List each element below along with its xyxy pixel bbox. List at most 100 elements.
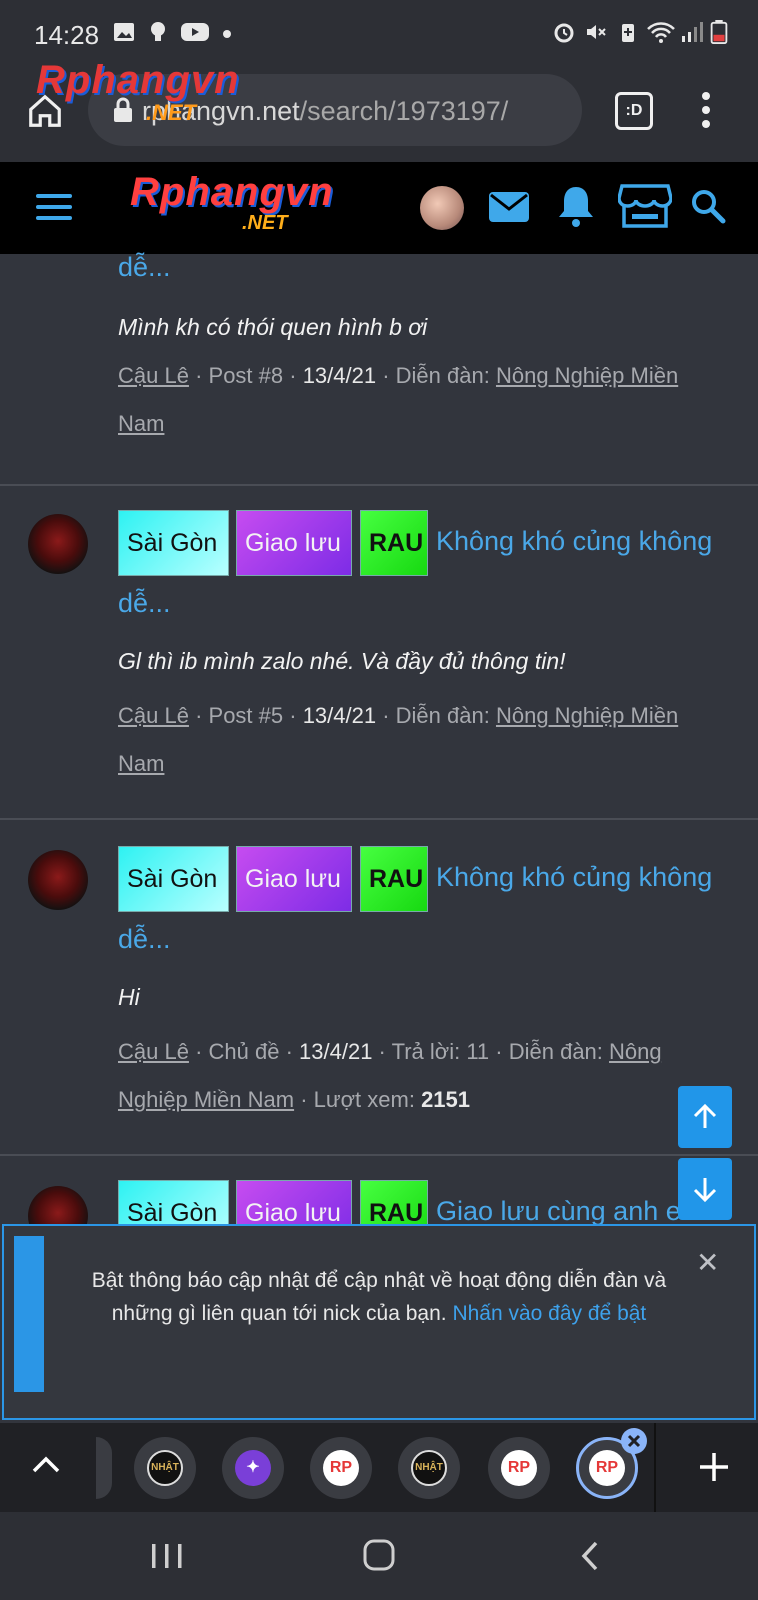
forum-link-cont[interactable]: Nghiệp Miền Nam: [118, 1087, 294, 1112]
tab-partial[interactable]: [96, 1437, 112, 1499]
author-avatar[interactable]: [28, 1186, 88, 1224]
tag-giaoluu[interactable]: Giao lưu: [236, 846, 352, 912]
battery-icon: [710, 20, 728, 44]
tab-item[interactable]: RP: [488, 1437, 550, 1499]
forum-link-cont[interactable]: Nam: [118, 411, 164, 436]
mail-icon[interactable]: [488, 190, 530, 224]
reply-count: Trả lời: 11: [391, 1039, 490, 1064]
view-count: 2151: [421, 1087, 471, 1112]
forum-link-cont[interactable]: Nam: [118, 751, 164, 776]
mute-icon: [587, 25, 606, 39]
result-title-cont[interactable]: dễ...: [118, 924, 171, 955]
tag-saigon[interactable]: Sài Gòn: [118, 1180, 229, 1224]
recent-apps-icon[interactable]: [150, 1542, 184, 1570]
chevron-up-icon[interactable]: [30, 1453, 62, 1477]
tab-favicon: RP: [323, 1450, 359, 1486]
home-button-icon[interactable]: [362, 1538, 396, 1572]
tab-switcher-button[interactable]: :D: [615, 92, 653, 130]
tab-item[interactable]: ✦: [222, 1437, 284, 1499]
forum-link[interactable]: Nông Nghiệp Miền: [496, 363, 678, 388]
tab-favicon: ✦: [235, 1450, 271, 1486]
tab-favicon: NHẬT: [147, 1450, 183, 1486]
result-title[interactable]: Không khó củng không: [436, 526, 712, 557]
forum-prefix: Diễn đàn:: [395, 363, 490, 388]
result-kind: Chủ đề: [208, 1039, 280, 1064]
close-tab-icon[interactable]: [620, 1427, 648, 1455]
user-avatar[interactable]: [420, 186, 464, 230]
tab-favicon: RP: [501, 1450, 537, 1486]
tag-saigon[interactable]: Sài Gòn: [118, 510, 229, 576]
tab-item[interactable]: RP: [310, 1437, 372, 1499]
bell-icon[interactable]: [556, 184, 596, 228]
result-snippet: Mình kh có thói quen hình b ơi: [118, 314, 428, 340]
views-label: Lượt xem:: [313, 1087, 415, 1112]
author-avatar[interactable]: [28, 850, 88, 910]
post-number: Post #8: [208, 363, 284, 388]
tab-favicon: NHẬT: [411, 1450, 447, 1486]
forum-link[interactable]: Nông: [609, 1039, 662, 1064]
arrow-up-icon: [693, 1103, 717, 1128]
tag-rau[interactable]: RAU: [360, 846, 428, 912]
result-meta: Cậu Lê · Post #5 · 13/4/21 · Diễn đàn: N…: [118, 703, 679, 776]
notice-enable-link[interactable]: Nhấn vào đây để bật: [452, 1302, 646, 1325]
tab-item[interactable]: NHẬT: [134, 1437, 196, 1499]
result-meta: Cậu Lê · Post #8 · 13/4/21 · Diễn đàn: N…: [118, 363, 679, 436]
forum-prefix: Diễn đàn:: [508, 1039, 603, 1064]
post-date: 13/4/21: [299, 1039, 373, 1064]
tag-giaoluu[interactable]: Giao lưu: [236, 510, 352, 576]
post-date: 13/4/21: [302, 363, 377, 388]
bulb-icon: [151, 22, 165, 41]
search-result: dễ... Mình kh có thói quen hình b ơi Cậu…: [0, 252, 758, 486]
author-avatar[interactable]: [28, 514, 88, 574]
dot-icon: [223, 30, 231, 38]
result-meta: Cậu Lê · Chủ đề · 13/4/21 · Trả lời: 11 …: [118, 1039, 662, 1112]
notice-accent-bar: [14, 1236, 44, 1392]
image-icon: [114, 23, 134, 41]
tab-item[interactable]: NHẬT: [398, 1437, 460, 1499]
tab-divider: [654, 1423, 656, 1512]
tag-giaoluu[interactable]: Giao lưu: [236, 1180, 352, 1224]
search-result: Sài Gòn Giao lưu RAU Không khó củng khôn…: [0, 818, 758, 1156]
overlay-logo-text: Rphangvn: [36, 58, 240, 102]
hamburger-menu-icon[interactable]: [36, 192, 74, 222]
forum-link[interactable]: Nông Nghiệp Miền: [496, 703, 678, 728]
system-nav-bar: [0, 1512, 758, 1600]
battery-saver-icon: [622, 24, 634, 42]
author-link[interactable]: Cậu Lê: [118, 703, 189, 728]
tag-rau[interactable]: RAU: [360, 510, 428, 576]
signal-icon: [682, 22, 703, 42]
notice-message: Bật thông báo cập nhật để cập nhật về ho…: [64, 1264, 694, 1330]
tag-saigon[interactable]: Sài Gòn: [118, 846, 229, 912]
tag-rau[interactable]: RAU: [360, 1180, 428, 1224]
search-icon[interactable]: [690, 188, 726, 224]
push-notice-banner: Bật thông báo cập nhật để cập nhật về ho…: [2, 1224, 756, 1420]
new-tab-icon[interactable]: [698, 1451, 730, 1483]
alarm-icon: [554, 23, 574, 43]
browser-toolbar: rphangvn.net/search/1973197/ Rphangvn .N…: [0, 58, 758, 162]
result-title[interactable]: dễ...: [118, 252, 171, 283]
post-number: Post #5: [208, 703, 284, 728]
scroll-bottom-button[interactable]: [678, 1158, 732, 1220]
tab-favicon: RP: [589, 1450, 625, 1486]
store-icon[interactable]: [618, 182, 672, 230]
author-link[interactable]: Cậu Lê: [118, 363, 189, 388]
notice-close-button[interactable]: ✕: [696, 1246, 719, 1279]
post-date: 13/4/21: [302, 703, 377, 728]
author-link[interactable]: Cậu Lê: [118, 1039, 189, 1064]
forum-prefix: Diễn đàn:: [395, 703, 490, 728]
result-snippet: Gl thì ib mình zalo nhé. Và đầy đủ thông…: [118, 648, 566, 674]
forum-logo-sub: .NET: [242, 212, 288, 234]
arrow-down-icon: [693, 1178, 717, 1203]
menu-dots-icon[interactable]: [694, 90, 718, 130]
result-title-cont[interactable]: dễ...: [118, 588, 171, 619]
scroll-top-button[interactable]: [678, 1086, 732, 1148]
forum-logo-text[interactable]: Rphangvn: [130, 170, 334, 215]
status-time: 14:28: [34, 20, 100, 50]
wifi-icon: [647, 22, 675, 43]
result-snippet: Hi: [118, 984, 140, 1010]
result-title[interactable]: Không khó củng không: [436, 862, 712, 893]
forum-header: Rphangvn .NET: [0, 162, 758, 254]
tab-strip: NHẬT ✦ RP NHẬT RP RP: [0, 1423, 758, 1512]
back-icon[interactable]: [578, 1540, 602, 1572]
overlay-logo-sub: .NET: [146, 100, 197, 125]
